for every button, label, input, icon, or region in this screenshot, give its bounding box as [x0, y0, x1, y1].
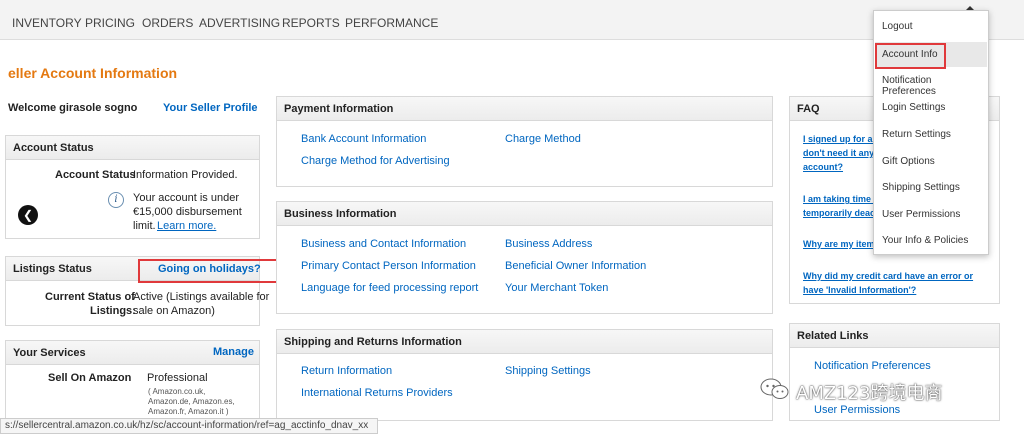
account-status-value: Information Provided. [133, 169, 238, 181]
service-sites-line2: Amazon.de, Amazon.es, [148, 397, 235, 406]
shipping-settings-link[interactable]: Shipping Settings [505, 365, 591, 377]
beneficial-owner-link[interactable]: Beneficial Owner Information [505, 260, 646, 272]
nav-reports[interactable]: REPORTS [282, 16, 340, 30]
service-sites-line3: Amazon.fr, Amazon.it ) [148, 407, 229, 416]
feed-language-link[interactable]: Language for feed processing report [301, 282, 478, 294]
dropdown-logout[interactable]: Logout [882, 21, 913, 32]
nav-orders[interactable]: ORDERS [142, 16, 193, 30]
account-note-line1: Your account is under [133, 192, 239, 204]
business-panel: Business Information [276, 201, 773, 314]
page-title: eller Account Information [8, 65, 178, 81]
faq-q1-line3[interactable]: account? [803, 162, 843, 172]
dropdown-user-permissions[interactable]: User Permissions [882, 209, 960, 220]
nav-advertising[interactable]: ADVERTISING [199, 16, 280, 30]
payment-header: Payment Information [277, 97, 772, 121]
faq-q4-line1[interactable]: Why did my credit card have an error or [803, 271, 973, 281]
dropdown-return-settings[interactable]: Return Settings [882, 129, 951, 140]
primary-contact-link[interactable]: Primary Contact Person Information [301, 260, 476, 272]
dropdown-your-info-policies[interactable]: Your Info & Policies [882, 235, 968, 246]
watermark-text: AMZ123跨境电商 [796, 383, 943, 404]
related-notification-link[interactable]: Notification Preferences [814, 360, 931, 372]
faq-q2-line2[interactable]: temporarily deac [803, 208, 875, 218]
related-user-permissions-link[interactable]: User Permissions [814, 404, 900, 416]
listings-label-line1: Current Status of [45, 291, 135, 303]
dropdown-login-settings[interactable]: Login Settings [882, 102, 945, 113]
sell-on-amazon-label: Sell On Amazon [48, 372, 132, 384]
faq-q2-line1[interactable]: I am taking time o [803, 194, 879, 204]
faq-q1-line2[interactable]: don't need it anym [803, 148, 882, 158]
dropdown-shipping-settings[interactable]: Shipping Settings [882, 182, 960, 193]
faq-q3[interactable]: Why are my items [803, 239, 880, 249]
dropdown-gift-options[interactable]: Gift Options [882, 156, 935, 167]
info-icon: i [108, 192, 124, 208]
shipping-header: Shipping and Returns Information [277, 330, 772, 354]
faq-q1-line1[interactable]: I signed up for an [803, 134, 878, 144]
merchant-token-link[interactable]: Your Merchant Token [505, 282, 608, 294]
nav-performance[interactable]: PERFORMANCE [345, 16, 438, 30]
business-header: Business Information [277, 202, 772, 226]
account-note-line3: limit. [133, 220, 156, 232]
intl-returns-link[interactable]: International Returns Providers [301, 387, 453, 399]
holiday-highlight-box [138, 259, 278, 283]
nav-inventory[interactable]: INVENTORY [12, 16, 82, 30]
account-info-highlight-box [875, 43, 946, 69]
listings-value-line1: Active (Listings available for [133, 291, 270, 303]
browser-status-bar: s://sellercentral.amazon.co.uk/hz/sc/acc… [0, 418, 378, 434]
account-status-label: Account Status [55, 169, 136, 181]
listings-label-line2: Listings: [90, 305, 136, 317]
account-note-line2: €15,000 disbursement [133, 206, 242, 218]
wechat-icon [760, 378, 789, 399]
bank-account-link[interactable]: Bank Account Information [301, 133, 426, 145]
account-status-header: Account Status [6, 136, 259, 160]
charge-method-link[interactable]: Charge Method [505, 133, 581, 145]
charge-method-advertising-link[interactable]: Charge Method for Advertising [301, 155, 450, 167]
seller-profile-link[interactable]: Your Seller Profile [163, 102, 258, 114]
business-contact-link[interactable]: Business and Contact Information [301, 238, 466, 250]
nav-pricing[interactable]: PRICING [85, 16, 135, 30]
related-links-header: Related Links [790, 324, 999, 348]
welcome-text: Welcome girasole sogno [8, 102, 138, 114]
back-arrow-icon[interactable]: ❮ [18, 205, 38, 225]
listings-value-line2: sale on Amazon) [133, 305, 215, 317]
faq-q4-line2[interactable]: have 'Invalid Information'? [803, 285, 916, 295]
business-address-link[interactable]: Business Address [505, 238, 592, 250]
return-info-link[interactable]: Return Information [301, 365, 392, 377]
service-sites-line1: ( Amazon.co.uk, [148, 387, 206, 396]
learn-more-link[interactable]: Learn more. [157, 220, 216, 232]
service-plan: Professional [147, 372, 208, 384]
dropdown-notification-preferences[interactable]: Notification Preferences [882, 75, 988, 97]
watermark: AMZ123跨境电商 [760, 376, 1000, 404]
manage-services-link[interactable]: Manage [213, 346, 254, 358]
top-nav: INVENTORY PRICING ORDERS ADVERTISING REP… [0, 0, 1024, 40]
